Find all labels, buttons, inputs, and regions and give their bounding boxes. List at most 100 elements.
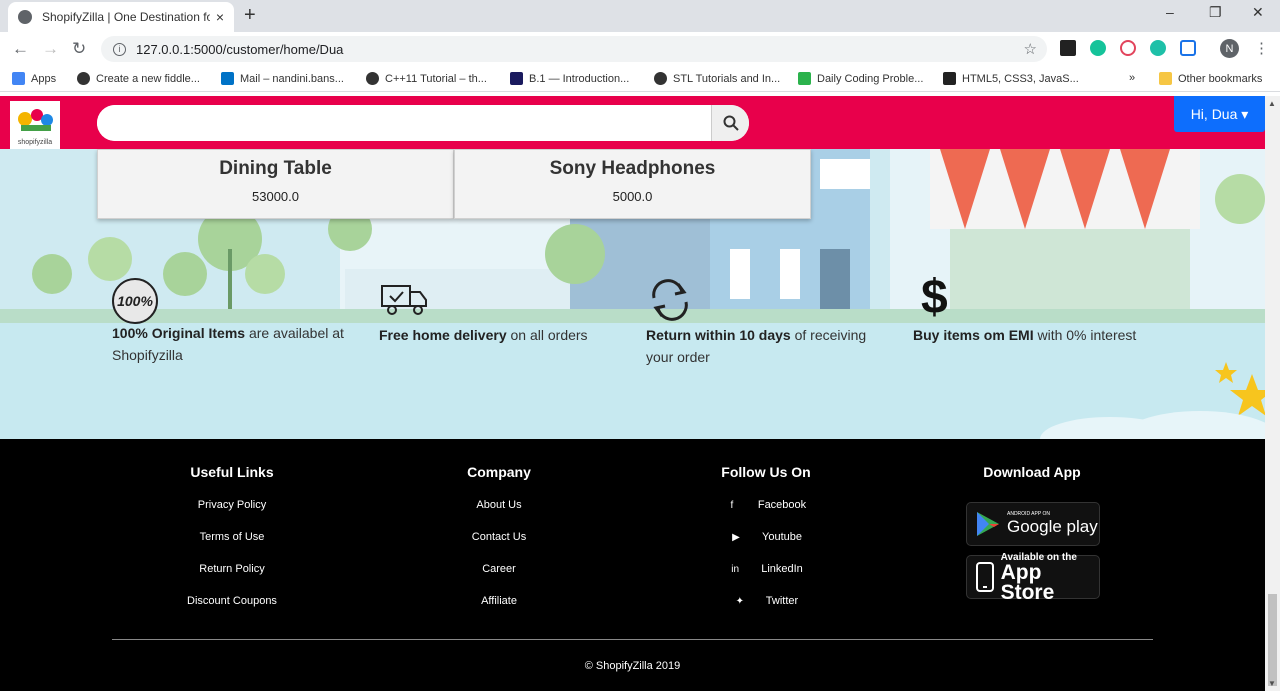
column-heading: Company	[467, 464, 531, 480]
bookmark-item[interactable]: Create a new fiddle...	[77, 72, 200, 85]
footer-link[interactable]: Privacy Policy	[132, 498, 332, 512]
footer-link[interactable]: Career	[399, 562, 599, 576]
scroll-up-arrow[interactable]: ▲	[1268, 99, 1276, 108]
site-footer: Useful Links Privacy Policy Terms of Use…	[0, 439, 1265, 691]
footer-divider	[112, 639, 1153, 640]
outlook-icon	[221, 72, 234, 85]
globe-icon	[18, 10, 32, 24]
guarantee-seal-icon: 100%	[112, 278, 158, 324]
user-menu-button[interactable]: Hi, Dua ▾	[1174, 96, 1265, 132]
search-input[interactable]	[97, 105, 711, 141]
more-bookmarks-button[interactable]: »	[1129, 72, 1135, 84]
product-card[interactable]: Sony Headphones 5000.0	[454, 149, 811, 219]
copyright-text: © ShopifyZilla 2019	[584, 660, 681, 672]
bookmarks-bar: Apps Create a new fiddle... Mail – nandi…	[0, 66, 1280, 92]
column-heading: Download App	[983, 464, 1081, 480]
delivery-truck-icon	[381, 285, 427, 315]
maximize-button[interactable]: ❐	[1209, 4, 1222, 21]
feature-free-delivery: Free home delivery on all orders	[379, 327, 588, 343]
social-link-linkedin[interactable]: in LinkedIn	[666, 562, 866, 576]
column-heading: Useful Links	[190, 464, 274, 480]
app-store-badge[interactable]: Available on the App Store	[966, 552, 1100, 603]
address-bar[interactable]: i 127.0.0.1:5000/customer/home/Dua ☆	[101, 36, 1047, 62]
fiddle-icon	[77, 72, 90, 85]
footer-link[interactable]: Terms of Use	[132, 530, 332, 544]
bookmark-item[interactable]: Daily Coding Proble...	[798, 72, 923, 85]
search-button[interactable]	[711, 105, 749, 141]
feature-returns: Return within 10 days of receiving your …	[646, 327, 867, 365]
coding-icon	[798, 72, 811, 85]
product-price: 5000.0	[612, 189, 653, 204]
product-card[interactable]: Dining Table 53000.0	[97, 149, 454, 219]
back-icon[interactable]: ←	[12, 39, 29, 59]
product-name: Dining Table	[219, 158, 332, 179]
reload-icon[interactable]: ↻	[72, 39, 86, 59]
facebook-icon: f	[730, 499, 734, 511]
scrollbar-thumb[interactable]	[1268, 594, 1277, 686]
m-extension-icon[interactable]	[1150, 40, 1166, 56]
product-cards: Dining Table 53000.0 Sony Headphones 500…	[97, 149, 811, 219]
profile-avatar[interactable]: N	[1220, 39, 1239, 58]
feature-emi: Buy items om EMI with 0% interest	[913, 327, 1137, 343]
bookmark-item[interactable]: STL Tutorials and In...	[654, 72, 780, 85]
info-icon[interactable]: i	[113, 42, 126, 56]
twitter-icon: ✦	[735, 595, 744, 607]
folder-icon	[1159, 72, 1172, 85]
minimize-button[interactable]: –	[1166, 4, 1174, 20]
close-window-button[interactable]: ✕	[1252, 4, 1264, 21]
code-icon	[943, 72, 956, 85]
google-play-badge[interactable]: ANDROID APP ON Google play	[966, 502, 1100, 546]
extension-icon[interactable]	[1120, 40, 1136, 56]
bookmark-apps[interactable]: Apps	[12, 72, 56, 85]
other-bookmarks[interactable]: Other bookmarks	[1159, 72, 1262, 85]
browser-tab-strip: ShopifyZilla | One Destination fo × + – …	[0, 0, 1280, 32]
scroll-down-arrow[interactable]: ▼	[1268, 679, 1276, 688]
menu-dots-icon[interactable]: ⋮	[1254, 39, 1269, 57]
logo-graphic	[18, 109, 53, 131]
bookmark-item[interactable]: C++11 Tutorial – th...	[366, 72, 487, 85]
footer-link[interactable]: About Us	[399, 498, 599, 512]
globe-icon	[654, 72, 667, 85]
column-heading: Follow Us On	[721, 464, 811, 480]
grid-extension-icon[interactable]	[1060, 40, 1076, 56]
page-scrollbar[interactable]: ▲ ▼	[1265, 96, 1280, 691]
useful-links-column: Useful Links Privacy Policy Terms of Use…	[132, 439, 332, 608]
product-price: 53000.0	[252, 189, 299, 204]
dollar-icon: $	[921, 271, 948, 324]
return-arrows-icon	[652, 279, 688, 321]
google-play-big-text: Google play	[1007, 517, 1098, 536]
follow-us-column: Follow Us On f Facebook ▶ Youtube in Linked…	[666, 439, 866, 608]
download-app-column: Download App	[932, 439, 1132, 480]
company-column: Company About Us Contact Us Career Affil…	[399, 439, 599, 608]
bookmark-item[interactable]: HTML5, CSS3, JavaS...	[943, 72, 1079, 85]
social-link-twitter[interactable]: ✦ Twitter	[666, 594, 866, 608]
linkedin-icon: in	[731, 563, 740, 575]
tab-close-icon[interactable]: ×	[216, 9, 224, 25]
social-link-youtube[interactable]: ▶ Youtube	[666, 530, 866, 544]
grammarly-extension-icon[interactable]	[1090, 40, 1106, 56]
new-tab-button[interactable]: +	[244, 4, 256, 27]
footer-link[interactable]: Contact Us	[399, 530, 599, 544]
site-logo[interactable]: shopifyzilla	[10, 101, 60, 149]
page-viewport: shopifyzilla Hi, Dua ▾ Dining Table 5300…	[0, 96, 1265, 691]
social-link-facebook[interactable]: f Facebook	[666, 498, 866, 512]
youtube-icon: ▶	[732, 531, 740, 543]
app-store-big-text: App Store	[1000, 560, 1055, 604]
search-icon	[723, 115, 739, 131]
browser-tab[interactable]: ShopifyZilla | One Destination fo ×	[8, 2, 234, 32]
phone-icon	[976, 562, 994, 592]
footer-link[interactable]: Return Policy	[132, 562, 332, 576]
globe-icon	[366, 72, 379, 85]
bookmark-item[interactable]: Mail – nandini.bans...	[221, 72, 344, 85]
footer-link[interactable]: Discount Coupons	[132, 594, 332, 608]
search-bar	[97, 105, 749, 141]
tab-title: ShopifyZilla | One Destination fo	[42, 10, 210, 24]
footer-link[interactable]: Affiliate	[399, 594, 599, 608]
logo-text: shopifyzilla	[17, 139, 53, 146]
feature-original-items: 100% Original Items are availabel at Sho…	[112, 325, 344, 363]
bookmark-item[interactable]: B.1 — Introduction...	[510, 72, 629, 85]
translate-extension-icon[interactable]	[1180, 40, 1196, 56]
google-play-icon	[977, 512, 999, 536]
bookmark-star-icon[interactable]: ☆	[1024, 40, 1037, 58]
forward-icon[interactable]: →	[42, 39, 59, 59]
